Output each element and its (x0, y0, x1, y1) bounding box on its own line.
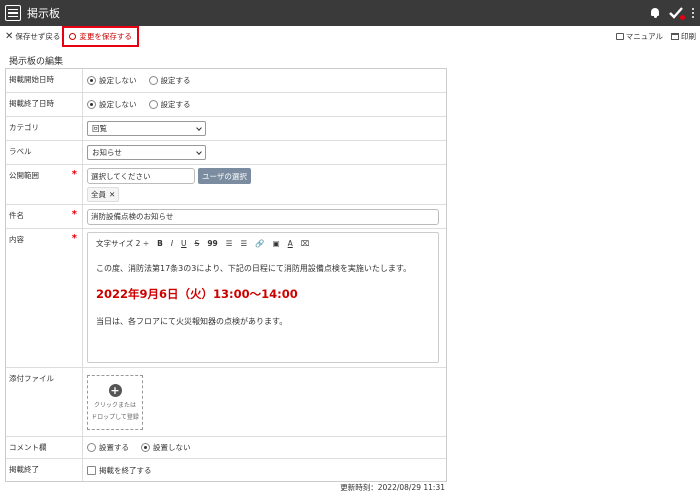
section-title: 掲示板の編集 (9, 57, 64, 67)
more-icon[interactable] (692, 8, 694, 18)
row-category: カテゴリ 回覧 (6, 117, 446, 141)
row-label: ラベル お知らせ (6, 141, 446, 165)
circle-icon (69, 32, 77, 40)
strike-icon[interactable]: S (195, 239, 200, 248)
start-label: 掲載開始日時 (6, 69, 83, 92)
label-select[interactable]: お知らせ (87, 145, 206, 160)
action-toolbar: ✕ 保存せず戻る 変更を保存する マニュアル 印刷 (0, 25, 700, 47)
underline-icon[interactable]: U (181, 239, 187, 248)
close-checkbox[interactable]: 掲載を終了する (87, 465, 152, 476)
content-label: 内容 * (6, 229, 83, 367)
subject-input[interactable]: 消防設備点検のお知らせ (87, 208, 439, 225)
comment-radio-on[interactable]: 設置する (87, 442, 129, 453)
row-content: 内容 * 文字サイズ 2 ÷ B I U S 99 ☰ ☰ 🔗 ▣ A ⌧ この… (6, 229, 446, 368)
link-icon[interactable]: 🔗 (255, 239, 264, 248)
rich-text-editor[interactable]: 文字サイズ 2 ÷ B I U S 99 ☰ ☰ 🔗 ▣ A ⌧ この度、消防法… (87, 232, 439, 363)
subject-label: 件名 * (6, 205, 83, 228)
category-select[interactable]: 回覧 (87, 121, 206, 136)
row-start: 掲載開始日時 設定しない 設定する (6, 69, 446, 93)
start-radio-on[interactable]: 設定する (148, 75, 191, 86)
row-close: 掲載終了 掲載を終了する (6, 459, 446, 481)
attachment-label: 添付ファイル (6, 368, 83, 436)
end-radio-off[interactable]: 設定しない (87, 99, 137, 110)
label-label: ラベル (6, 141, 83, 164)
end-label: 掲載終了日時 (6, 93, 83, 116)
close-label: 掲載終了 (6, 459, 83, 481)
updated-timestamp: 更新時刻：2022/08/29 11:31 (340, 483, 445, 492)
row-attachment: 添付ファイル + クリックまたは ドロップして登録 (6, 368, 446, 437)
edit-page: 掲示板の編集 掲載開始日時 設定しない 設定する 掲載終了日時 設定しない 設定… (5, 52, 447, 482)
row-scope: 公開範囲 * 選択してください ユーザの選択 全員 ✕ (6, 165, 446, 205)
title-bar: 掲示板 (0, 0, 700, 26)
chevron-down-icon (196, 148, 202, 155)
manual-button[interactable]: マニュアル (615, 31, 663, 42)
clear-format-icon[interactable]: ⌧ (301, 239, 310, 248)
end-radio-on[interactable]: 設定する (148, 99, 191, 110)
category-label: カテゴリ (6, 117, 83, 140)
notification-dot (680, 15, 685, 20)
bell-icon[interactable] (650, 8, 660, 18)
close-icon: ✕ (5, 30, 14, 42)
ordered-list-icon[interactable]: ☰ (226, 239, 233, 248)
bold-icon[interactable]: B (157, 239, 163, 248)
chevron-down-icon (196, 124, 202, 131)
editor-body[interactable]: この度、消防法第17条3の3により、下記の日程にて消防用設備点検を実施いたします… (88, 263, 438, 327)
italic-icon[interactable]: I (171, 239, 173, 248)
printer-icon (671, 32, 679, 40)
row-subject: 件名 * 消防設備点検のお知らせ (6, 205, 446, 229)
edit-form: 掲載開始日時 設定しない 設定する 掲載終了日時 設定しない 設定する カテゴリ… (5, 68, 447, 482)
scope-label: 公開範囲 * (6, 165, 83, 204)
start-radio-off[interactable]: 設定しない (87, 75, 137, 86)
bullet-list-icon[interactable]: ☰ (240, 239, 247, 248)
quote-icon[interactable]: 99 (207, 239, 217, 248)
image-icon[interactable]: ▣ (273, 239, 280, 248)
file-dropzone[interactable]: + クリックまたは ドロップして登録 (87, 374, 143, 430)
save-button[interactable]: 変更を保存する (62, 25, 139, 47)
plus-icon: + (108, 383, 122, 397)
font-size-select[interactable]: 文字サイズ 2 ÷ (96, 238, 149, 249)
text-color-icon[interactable]: A (288, 239, 293, 248)
content-paragraph-2: 当日は、各フロアにて火災報知器の点検があります。 (96, 317, 288, 326)
row-comment: コメント欄 設置する 設置しない (6, 437, 446, 459)
scope-input[interactable]: 選択してください (87, 168, 195, 184)
scope-tag: 全員 ✕ (87, 187, 120, 202)
comment-label: コメント欄 (6, 437, 83, 458)
content-paragraph-1: この度、消防法第17条3の3により、下記の日程にて消防用設備点検を実施いたします… (96, 264, 412, 273)
row-end: 掲載終了日時 設定しない 設定する (6, 93, 446, 117)
app-title: 掲示板 (27, 7, 60, 20)
book-icon (615, 32, 624, 40)
menu-icon[interactable] (5, 5, 21, 21)
check-icon[interactable] (669, 6, 685, 20)
discard-button[interactable]: ✕ 保存せず戻る (5, 31, 60, 42)
comment-radio-off[interactable]: 設置しない (141, 442, 191, 453)
content-highlight: 2022年9月6日（火）13:00〜14:00 (96, 287, 298, 301)
select-user-button[interactable]: ユーザの選択 (198, 168, 251, 184)
print-button[interactable]: 印刷 (671, 31, 696, 42)
editor-toolbar: 文字サイズ 2 ÷ B I U S 99 ☰ ☰ 🔗 ▣ A ⌧ (88, 233, 438, 253)
remove-tag-icon[interactable]: ✕ (109, 190, 115, 199)
